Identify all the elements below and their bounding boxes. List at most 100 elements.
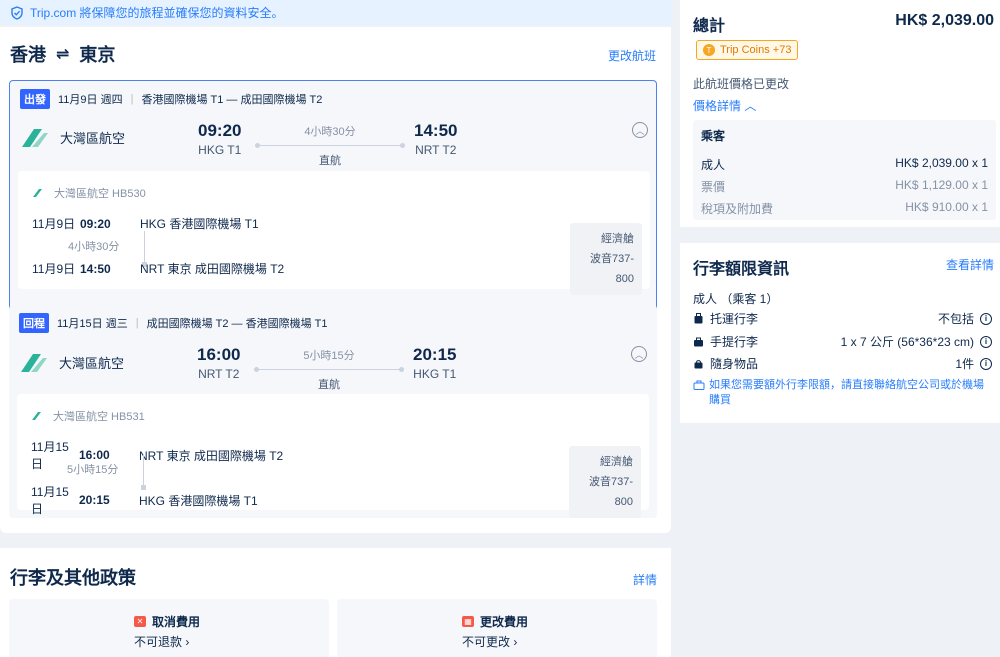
section-title: 行李及其他政策 bbox=[10, 568, 136, 588]
view-baggage-details-link[interactable]: 查看詳情 bbox=[946, 256, 994, 273]
baggage-row: 隨身物品 1件 i bbox=[693, 355, 992, 372]
inbound-tag: 回程 bbox=[19, 313, 49, 333]
segment-arr-date: 11月9日 bbox=[32, 262, 76, 276]
segment-dep-time: 09:20 bbox=[80, 216, 111, 231]
change-fee-box[interactable]: ▦ 更改費用 不可更改 › bbox=[337, 599, 657, 657]
cabin-class: 經濟艙 bbox=[601, 233, 634, 245]
segment-dep-place: HKG 香港國際機場 T1 bbox=[140, 217, 259, 231]
cancellation-fee-label: 取消費用 bbox=[152, 615, 201, 629]
segment-detail: 大灣區航空 HB531 11月15日 16:00 NRT 東京 成田國際機場 T… bbox=[17, 394, 649, 518]
segment-arr-date: 11月15日 bbox=[31, 485, 69, 516]
outbound-tag: 出發 bbox=[20, 89, 50, 109]
departure-block: 09:20 HKG T1 bbox=[198, 121, 241, 157]
flight-number: 大灣區航空 HB530 bbox=[54, 188, 146, 200]
baggage-allowance-card: 行李額限資訊 查看詳情 成人 （乘客 1） 托運行李 不包括 i 手提行李 1 … bbox=[680, 243, 1000, 423]
segment-arr-place: HKG 香港國際機場 T1 bbox=[139, 493, 258, 508]
duration-block: 4小時30分 直航 bbox=[255, 123, 405, 168]
trip-coins-text: Trip Coins +73 bbox=[720, 44, 792, 56]
segment-dep-place: NRT 東京 成田國際機場 T2 bbox=[139, 448, 284, 463]
timeline bbox=[141, 454, 146, 490]
segment-duration: 5小時15分 bbox=[67, 464, 119, 476]
luggage-note-icon bbox=[693, 380, 705, 390]
departure-airport: HKG T1 bbox=[198, 143, 242, 157]
baggage-label: 托運行李 bbox=[710, 312, 759, 326]
passenger-price-box: 乘客 成人 HK$ 2,039.00 x 1 票價 HK$ 1,129.00 x… bbox=[693, 120, 996, 220]
swap-arrows-icon: ⇌ bbox=[56, 46, 70, 63]
baggage-note: 如果您需要額外行李限額，請直接聯絡航空公司或於機場購買 bbox=[693, 378, 993, 408]
outbound-leg: 出發 11月9日 週四 | 香港國際機場 T1 — 成田國際機場 T2 大灣區航… bbox=[9, 80, 657, 324]
baggage-passenger: 成人 （乘客 1） bbox=[693, 292, 779, 306]
leg-route: 成田國際機場 T2 — 香港國際機場 T1 bbox=[146, 318, 328, 330]
leg-date: 11月9日 週四 bbox=[58, 94, 123, 106]
baggage-title: 行李額限資訊 bbox=[693, 261, 790, 278]
change-fee-header: ▦ 更改費用 bbox=[462, 613, 528, 630]
origin-city: 香港 bbox=[10, 45, 46, 65]
price-row-label: 稅項及附加費 bbox=[701, 202, 774, 216]
duration-block: 5小時15分 直航 bbox=[254, 347, 404, 392]
arrival-airport: NRT T2 bbox=[415, 143, 457, 157]
policy-details-link[interactable]: 詳情 bbox=[633, 571, 657, 588]
duration: 4小時30分 bbox=[304, 126, 356, 138]
change-flight-link[interactable]: 更改航班 bbox=[608, 47, 656, 64]
divider: | bbox=[135, 317, 139, 329]
info-icon[interactable]: i bbox=[980, 335, 992, 348]
segment-arrival: 11月9日 14:50 NRT 東京 成田國際機場 T2 bbox=[32, 260, 284, 277]
price-summary-card: 總計 HK$ 2,039.00 T Trip Coins +73 此航班價格已更… bbox=[680, 0, 1000, 227]
leg-date: 11月15日 週三 bbox=[57, 318, 128, 330]
airline-name: 大灣區航空 bbox=[60, 130, 126, 146]
arrival-block: 14:50 NRT T2 bbox=[414, 121, 457, 157]
cancellation-fee-header: ✕ 取消費用 bbox=[134, 613, 200, 630]
leg-header: 出發 11月9日 週四 | 香港國際機場 T1 — 成田國際機場 T2 bbox=[20, 89, 322, 109]
collapse-chevron-up-icon[interactable]: ︿ bbox=[632, 122, 648, 138]
segment-airline: 大灣區航空 HB530 bbox=[32, 185, 146, 201]
destination-city: 東京 bbox=[79, 45, 116, 65]
shield-check-icon bbox=[11, 5, 23, 20]
stop-type: 直航 bbox=[318, 379, 340, 391]
airline-name: 大灣區航空 bbox=[59, 355, 125, 371]
price-row: 稅項及附加費 HK$ 910.00 x 1 bbox=[701, 200, 988, 217]
leg-header: 回程 11月15日 週三 | 成田國際機場 T2 — 香港國際機場 T1 bbox=[19, 313, 327, 333]
price-row-label: 票價 bbox=[701, 180, 726, 194]
segment-departure: 11月9日 09:20 HKG 香港國際機場 T1 bbox=[32, 215, 259, 232]
checked-luggage-icon bbox=[694, 313, 703, 324]
airline-logo-icon bbox=[33, 189, 42, 197]
segment-dep-date: 11月9日 bbox=[32, 217, 76, 231]
page-title: 香港 ⇌ 東京 bbox=[10, 41, 115, 67]
arrival-time: 14:50 bbox=[414, 121, 458, 140]
trip-coins-badge: T Trip Coins +73 bbox=[696, 40, 799, 60]
price-details-toggle[interactable]: 價格詳情 ︿ bbox=[693, 97, 756, 114]
total-label: 總計 bbox=[693, 18, 726, 35]
segment-duration: 4小時30分 bbox=[68, 241, 120, 253]
segment-arrival: 11月15日 20:15 HKG 香港國際機場 T1 bbox=[31, 483, 258, 517]
airline-logo-icon bbox=[32, 412, 41, 420]
passenger-header: 乘客 bbox=[701, 129, 726, 143]
cabin-info: 經濟艙 波音737-800 bbox=[570, 223, 642, 295]
segment-airline: 大灣區航空 HB531 bbox=[31, 408, 145, 424]
cabin-info: 經濟艙 波音737-800 bbox=[569, 446, 641, 518]
calendar-icon: ▦ bbox=[462, 616, 474, 627]
airline-logo-icon bbox=[21, 354, 47, 372]
change-fee-label: 更改費用 bbox=[480, 615, 529, 629]
route-line bbox=[254, 367, 404, 372]
info-icon[interactable]: i bbox=[980, 357, 992, 370]
notice-text: Trip.com 將保障您的旅程並確保您的資料安全。 bbox=[30, 6, 284, 20]
arrival-time: 20:15 bbox=[413, 345, 457, 364]
baggage-row: 托運行李 不包括 i bbox=[693, 310, 992, 327]
departure-time: 16:00 bbox=[197, 345, 241, 364]
airline-logo-icon bbox=[22, 129, 48, 147]
route-line bbox=[255, 143, 405, 148]
segment-dep-time: 16:00 bbox=[79, 448, 110, 462]
collapse-chevron-up-icon[interactable]: ︿ bbox=[631, 346, 647, 362]
inbound-leg: 回程 11月15日 週三 | 成田國際機場 T2 — 香港國際機場 T1 大灣區… bbox=[9, 305, 657, 518]
baggage-label: 手提行李 bbox=[710, 335, 759, 349]
flight-number: 大灣區航空 HB531 bbox=[53, 411, 145, 423]
aircraft-type: 波音737-800 bbox=[588, 476, 633, 508]
cancellation-fee-box[interactable]: ✕ 取消費用 不可退款 › bbox=[9, 599, 329, 657]
baggage-value: 1 x 7 公斤 (56*36*23 cm) bbox=[840, 335, 974, 349]
info-icon[interactable]: i bbox=[980, 312, 992, 325]
timeline bbox=[142, 231, 147, 267]
security-notice: Trip.com 將保障您的旅程並確保您的資料安全。 bbox=[0, 0, 672, 25]
price-row-label: 成人 bbox=[701, 158, 726, 172]
cancel-icon: ✕ bbox=[134, 616, 146, 627]
coin-icon: T bbox=[703, 44, 715, 56]
